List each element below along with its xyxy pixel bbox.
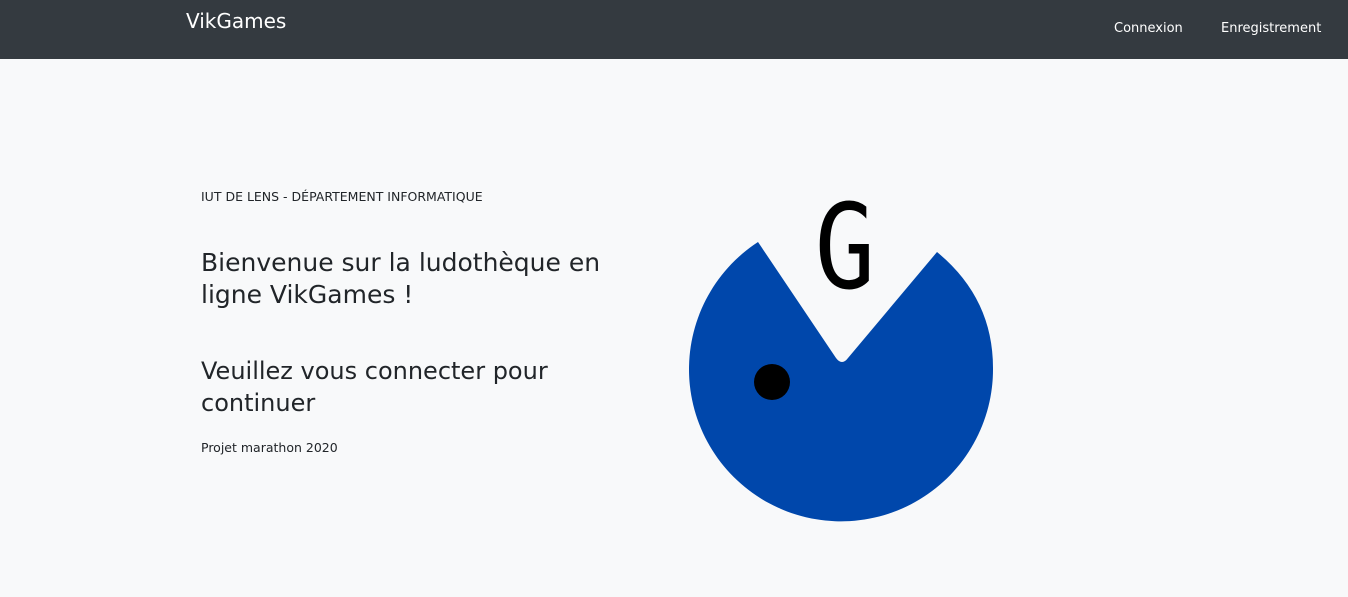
welcome-heading: Bienvenue sur la ludothèque en ligne Vik… [201, 248, 601, 309]
register-link[interactable]: Enregistrement [1221, 20, 1321, 37]
hero-text: IUT DE LENS - DÉPARTEMENT INFORMATIQUE B… [201, 187, 621, 457]
logo-eye [754, 364, 790, 400]
connect-heading: Veuillez vous connecter pour continuer [201, 357, 548, 417]
login-link[interactable]: Connexion [1114, 20, 1183, 37]
department-label: IUT DE LENS - DÉPARTEMENT INFORMATIQUE [201, 189, 483, 204]
navbar: VikGames Connexion Enregistrement [0, 0, 1348, 59]
vikgames-logo: G [689, 180, 994, 522]
brand-link[interactable]: VikGames [186, 8, 286, 34]
logo-letter: G [815, 180, 875, 316]
project-note: Projet marathon 2020 [201, 440, 338, 455]
